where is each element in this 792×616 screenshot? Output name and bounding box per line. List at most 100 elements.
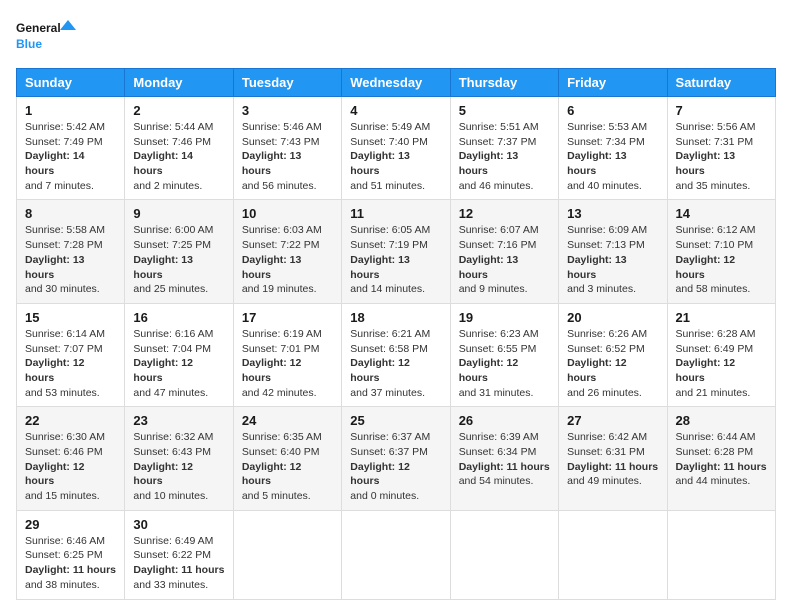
calendar-day-10: 10 Sunrise: 6:03 AMSunset: 7:22 PMDayligh… bbox=[233, 200, 341, 303]
day-number: 4 bbox=[350, 103, 441, 118]
calendar-day-16: 16 Sunrise: 6:16 AMSunset: 7:04 PMDayligh… bbox=[125, 303, 233, 406]
day-number: 6 bbox=[567, 103, 658, 118]
day-number: 29 bbox=[25, 517, 116, 532]
calendar-week-3: 15 Sunrise: 6:14 AMSunset: 7:07 PMDayligh… bbox=[17, 303, 776, 406]
day-info: Sunrise: 6:21 AMSunset: 6:58 PMDaylight:… bbox=[350, 327, 441, 400]
day-number: 9 bbox=[133, 206, 224, 221]
calendar-week-5: 29Sunrise: 6:46 AMSunset: 6:25 PMDayligh… bbox=[17, 510, 776, 599]
column-header-wednesday: Wednesday bbox=[342, 69, 450, 97]
day-number: 24 bbox=[242, 413, 333, 428]
column-header-saturday: Saturday bbox=[667, 69, 775, 97]
day-info: Sunrise: 5:44 AMSunset: 7:46 PMDaylight:… bbox=[133, 120, 224, 193]
day-number: 8 bbox=[25, 206, 116, 221]
day-number: 5 bbox=[459, 103, 550, 118]
calendar-day-12: 12 Sunrise: 6:07 AMSunset: 7:16 PMDayligh… bbox=[450, 200, 558, 303]
day-number: 15 bbox=[25, 310, 116, 325]
day-info: Sunrise: 5:56 AMSunset: 7:31 PMDaylight:… bbox=[676, 120, 767, 193]
day-info: Sunrise: 6:12 AMSunset: 7:10 PMDaylight:… bbox=[676, 223, 767, 296]
day-number: 28 bbox=[676, 413, 767, 428]
day-info: Sunrise: 6:14 AMSunset: 7:07 PMDaylight:… bbox=[25, 327, 116, 400]
day-info: Sunrise: 6:35 AMSunset: 6:40 PMDaylight:… bbox=[242, 430, 333, 503]
calendar-day-25: 25Sunrise: 6:37 AMSunset: 6:37 PMDayligh… bbox=[342, 407, 450, 510]
calendar-day-4: 4Sunrise: 5:49 AMSunset: 7:40 PMDaylight… bbox=[342, 97, 450, 200]
day-number: 26 bbox=[459, 413, 550, 428]
day-number: 22 bbox=[25, 413, 116, 428]
day-info: Sunrise: 5:51 AMSunset: 7:37 PMDaylight:… bbox=[459, 120, 550, 193]
empty-cell bbox=[342, 510, 450, 599]
column-header-monday: Monday bbox=[125, 69, 233, 97]
column-header-thursday: Thursday bbox=[450, 69, 558, 97]
day-info: Sunrise: 5:58 AMSunset: 7:28 PMDaylight:… bbox=[25, 223, 116, 296]
day-number: 21 bbox=[676, 310, 767, 325]
logo-svg: General Blue bbox=[16, 16, 76, 56]
day-number: 2 bbox=[133, 103, 224, 118]
empty-cell bbox=[450, 510, 558, 599]
day-number: 7 bbox=[676, 103, 767, 118]
calendar-day-18: 18 Sunrise: 6:21 AMSunset: 6:58 PMDayligh… bbox=[342, 303, 450, 406]
calendar-day-1: 1Sunrise: 5:42 AMSunset: 7:49 PMDaylight… bbox=[17, 97, 125, 200]
empty-cell bbox=[559, 510, 667, 599]
day-info: Sunrise: 6:19 AMSunset: 7:01 PMDaylight:… bbox=[242, 327, 333, 400]
day-number: 30 bbox=[133, 517, 224, 532]
calendar-day-30: 30 Sunrise: 6:49 AMSunset: 6:22 PMDayligh… bbox=[125, 510, 233, 599]
calendar-day-19: 19Sunrise: 6:23 AMSunset: 6:55 PMDayligh… bbox=[450, 303, 558, 406]
day-number: 3 bbox=[242, 103, 333, 118]
calendar-body: 1Sunrise: 5:42 AMSunset: 7:49 PMDaylight… bbox=[17, 97, 776, 600]
calendar-table: SundayMondayTuesdayWednesdayThursdayFrid… bbox=[16, 68, 776, 600]
day-info: Sunrise: 6:39 AMSunset: 6:34 PMDaylight:… bbox=[459, 430, 550, 489]
day-number: 19 bbox=[459, 310, 550, 325]
calendar-day-26: 26 Sunrise: 6:39 AMSunset: 6:34 PMDayligh… bbox=[450, 407, 558, 510]
day-number: 10 bbox=[242, 206, 333, 221]
calendar-day-6: 6 Sunrise: 5:53 AMSunset: 7:34 PMDaylight… bbox=[559, 97, 667, 200]
logo: General Blue bbox=[16, 16, 76, 56]
day-number: 23 bbox=[133, 413, 224, 428]
calendar-day-28: 28Sunrise: 6:44 AMSunset: 6:28 PMDayligh… bbox=[667, 407, 775, 510]
empty-cell bbox=[667, 510, 775, 599]
day-number: 16 bbox=[133, 310, 224, 325]
calendar-day-7: 7 Sunrise: 5:56 AMSunset: 7:31 PMDaylight… bbox=[667, 97, 775, 200]
day-number: 27 bbox=[567, 413, 658, 428]
day-info: Sunrise: 6:49 AMSunset: 6:22 PMDaylight:… bbox=[133, 534, 224, 593]
svg-text:General: General bbox=[16, 21, 61, 35]
day-info: Sunrise: 6:26 AMSunset: 6:52 PMDaylight:… bbox=[567, 327, 658, 400]
day-number: 14 bbox=[676, 206, 767, 221]
calendar-header-row: SundayMondayTuesdayWednesdayThursdayFrid… bbox=[17, 69, 776, 97]
day-info: Sunrise: 6:00 AMSunset: 7:25 PMDaylight:… bbox=[133, 223, 224, 296]
calendar-week-1: 1Sunrise: 5:42 AMSunset: 7:49 PMDaylight… bbox=[17, 97, 776, 200]
day-number: 17 bbox=[242, 310, 333, 325]
calendar-day-11: 11Sunrise: 6:05 AMSunset: 7:19 PMDayligh… bbox=[342, 200, 450, 303]
day-info: Sunrise: 6:42 AMSunset: 6:31 PMDaylight:… bbox=[567, 430, 658, 489]
calendar-day-29: 29Sunrise: 6:46 AMSunset: 6:25 PMDayligh… bbox=[17, 510, 125, 599]
calendar-day-20: 20 Sunrise: 6:26 AMSunset: 6:52 PMDayligh… bbox=[559, 303, 667, 406]
calendar-day-23: 23Sunrise: 6:32 AMSunset: 6:43 PMDayligh… bbox=[125, 407, 233, 510]
empty-cell bbox=[233, 510, 341, 599]
svg-text:Blue: Blue bbox=[16, 37, 42, 51]
day-info: Sunrise: 6:30 AMSunset: 6:46 PMDaylight:… bbox=[25, 430, 116, 503]
day-info: Sunrise: 5:53 AMSunset: 7:34 PMDaylight:… bbox=[567, 120, 658, 193]
calendar-day-2: 2 Sunrise: 5:44 AMSunset: 7:46 PMDaylight… bbox=[125, 97, 233, 200]
calendar-day-24: 24 Sunrise: 6:35 AMSunset: 6:40 PMDayligh… bbox=[233, 407, 341, 510]
calendar-day-13: 13Sunrise: 6:09 AMSunset: 7:13 PMDayligh… bbox=[559, 200, 667, 303]
day-number: 20 bbox=[567, 310, 658, 325]
day-info: Sunrise: 5:46 AMSunset: 7:43 PMDaylight:… bbox=[242, 120, 333, 193]
calendar-day-17: 17 Sunrise: 6:19 AMSunset: 7:01 PMDayligh… bbox=[233, 303, 341, 406]
calendar-week-4: 22 Sunrise: 6:30 AMSunset: 6:46 PMDayligh… bbox=[17, 407, 776, 510]
column-header-sunday: Sunday bbox=[17, 69, 125, 97]
calendar-day-15: 15 Sunrise: 6:14 AMSunset: 7:07 PMDayligh… bbox=[17, 303, 125, 406]
day-number: 1 bbox=[25, 103, 116, 118]
calendar-day-27: 27 Sunrise: 6:42 AMSunset: 6:31 PMDayligh… bbox=[559, 407, 667, 510]
calendar-week-2: 8 Sunrise: 5:58 AMSunset: 7:28 PMDaylight… bbox=[17, 200, 776, 303]
calendar-day-9: 9 Sunrise: 6:00 AMSunset: 7:25 PMDaylight… bbox=[125, 200, 233, 303]
calendar-day-8: 8 Sunrise: 5:58 AMSunset: 7:28 PMDaylight… bbox=[17, 200, 125, 303]
day-info: Sunrise: 6:03 AMSunset: 7:22 PMDaylight:… bbox=[242, 223, 333, 296]
calendar-day-3: 3 Sunrise: 5:46 AMSunset: 7:43 PMDaylight… bbox=[233, 97, 341, 200]
column-header-friday: Friday bbox=[559, 69, 667, 97]
calendar-day-5: 5 Sunrise: 5:51 AMSunset: 7:37 PMDaylight… bbox=[450, 97, 558, 200]
day-info: Sunrise: 6:16 AMSunset: 7:04 PMDaylight:… bbox=[133, 327, 224, 400]
day-number: 13 bbox=[567, 206, 658, 221]
column-header-tuesday: Tuesday bbox=[233, 69, 341, 97]
day-info: Sunrise: 6:37 AMSunset: 6:37 PMDaylight:… bbox=[350, 430, 441, 503]
day-info: Sunrise: 6:07 AMSunset: 7:16 PMDaylight:… bbox=[459, 223, 550, 296]
day-number: 12 bbox=[459, 206, 550, 221]
day-number: 18 bbox=[350, 310, 441, 325]
